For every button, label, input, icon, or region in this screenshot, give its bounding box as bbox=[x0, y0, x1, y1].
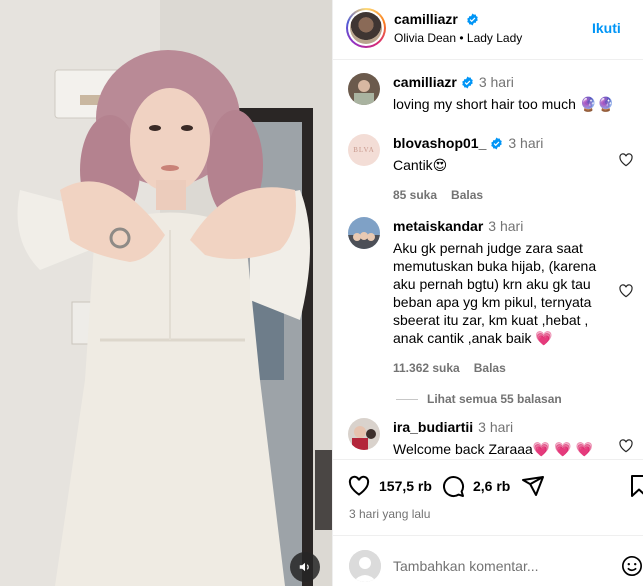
reply-button[interactable]: Balas bbox=[451, 188, 483, 202]
share-button[interactable] bbox=[521, 474, 553, 498]
author-avatar[interactable] bbox=[346, 8, 386, 48]
comment-icon bbox=[443, 476, 465, 498]
heart-icon bbox=[348, 475, 370, 496]
post-actions: 157,5 rb 2,6 rb 3 hari yang lalu bbox=[333, 459, 643, 529]
emoji-icon[interactable] bbox=[621, 555, 643, 577]
comment-text: Welcome back Zaraaa💗 💗 💗 bbox=[393, 441, 593, 457]
bookmark-icon bbox=[631, 475, 643, 497]
comment-likes[interactable]: 85 suka bbox=[393, 188, 437, 202]
post-side-panel: camilliazr Olivia Dean • Lady Lady Ikuti… bbox=[332, 0, 643, 586]
post-header: camilliazr Olivia Dean • Lady Lady Ikuti bbox=[333, 0, 643, 60]
comment-avatar[interactable] bbox=[348, 217, 380, 249]
comment-button[interactable]: 2,6 rb bbox=[441, 474, 510, 498]
like-count[interactable]: 157,5 rb bbox=[379, 478, 432, 494]
comment-input[interactable] bbox=[393, 556, 603, 576]
comment-username[interactable]: ira_budiartii bbox=[393, 419, 473, 435]
comment-time: 3 hari bbox=[488, 218, 524, 234]
heart-icon[interactable] bbox=[618, 283, 634, 299]
comments-list[interactable]: camilliazr 3 hari loving my short hair to… bbox=[333, 61, 643, 459]
caption-text: loving my short hair too much 🔮🔮 bbox=[393, 96, 615, 112]
follow-button[interactable]: Ikuti bbox=[592, 20, 621, 36]
add-comment-bar bbox=[333, 535, 643, 586]
view-replies-button[interactable]: Lihat semua 55 balasan bbox=[396, 392, 562, 406]
post-timestamp[interactable]: 3 hari yang lalu bbox=[349, 507, 430, 521]
heart-icon[interactable] bbox=[618, 152, 634, 168]
save-button[interactable] bbox=[627, 474, 643, 498]
comment-time: 3 hari bbox=[508, 135, 544, 151]
comment-count[interactable]: 2,6 rb bbox=[473, 478, 510, 494]
verified-badge-icon bbox=[466, 13, 478, 26]
reply-button[interactable]: Balas bbox=[474, 361, 506, 375]
heart-icon[interactable] bbox=[618, 438, 634, 454]
audio-track[interactable]: Olivia Dean • Lady Lady bbox=[394, 31, 522, 45]
caption-avatar[interactable] bbox=[348, 73, 380, 105]
replies-divider bbox=[396, 399, 418, 401]
caption-time: 3 hari bbox=[478, 74, 514, 90]
comment-time: 3 hari bbox=[478, 419, 514, 435]
verified-badge-icon bbox=[491, 137, 503, 150]
mute-button[interactable] bbox=[290, 552, 320, 582]
verified-badge-icon bbox=[462, 76, 473, 89]
avatar-image bbox=[348, 73, 380, 105]
comment-username[interactable]: metaiskandar bbox=[393, 218, 483, 234]
share-icon bbox=[522, 476, 544, 496]
comment-username[interactable]: blovashop01_ bbox=[393, 135, 486, 151]
avatar-image bbox=[348, 418, 380, 450]
comment-text: Aku gk pernah judge zara saat memutuskan… bbox=[393, 240, 597, 346]
speaker-icon bbox=[299, 562, 309, 572]
avatar-logo-text: BLVA bbox=[353, 146, 375, 154]
caption-username[interactable]: camilliazr bbox=[393, 74, 457, 90]
post-video-frame bbox=[0, 0, 332, 586]
post-media[interactable] bbox=[0, 0, 332, 586]
default-avatar-icon bbox=[349, 550, 381, 582]
author-username[interactable]: camilliazr bbox=[394, 11, 479, 27]
like-button[interactable]: 157,5 rb bbox=[347, 474, 432, 498]
comment-avatar[interactable]: BLVA bbox=[348, 134, 380, 166]
comment-avatar[interactable] bbox=[348, 418, 380, 450]
avatar-image bbox=[348, 217, 380, 249]
current-user-avatar bbox=[349, 550, 381, 582]
comment-text: Cantik😍 bbox=[393, 157, 448, 173]
comment-likes[interactable]: 11.362 suka bbox=[393, 361, 460, 375]
